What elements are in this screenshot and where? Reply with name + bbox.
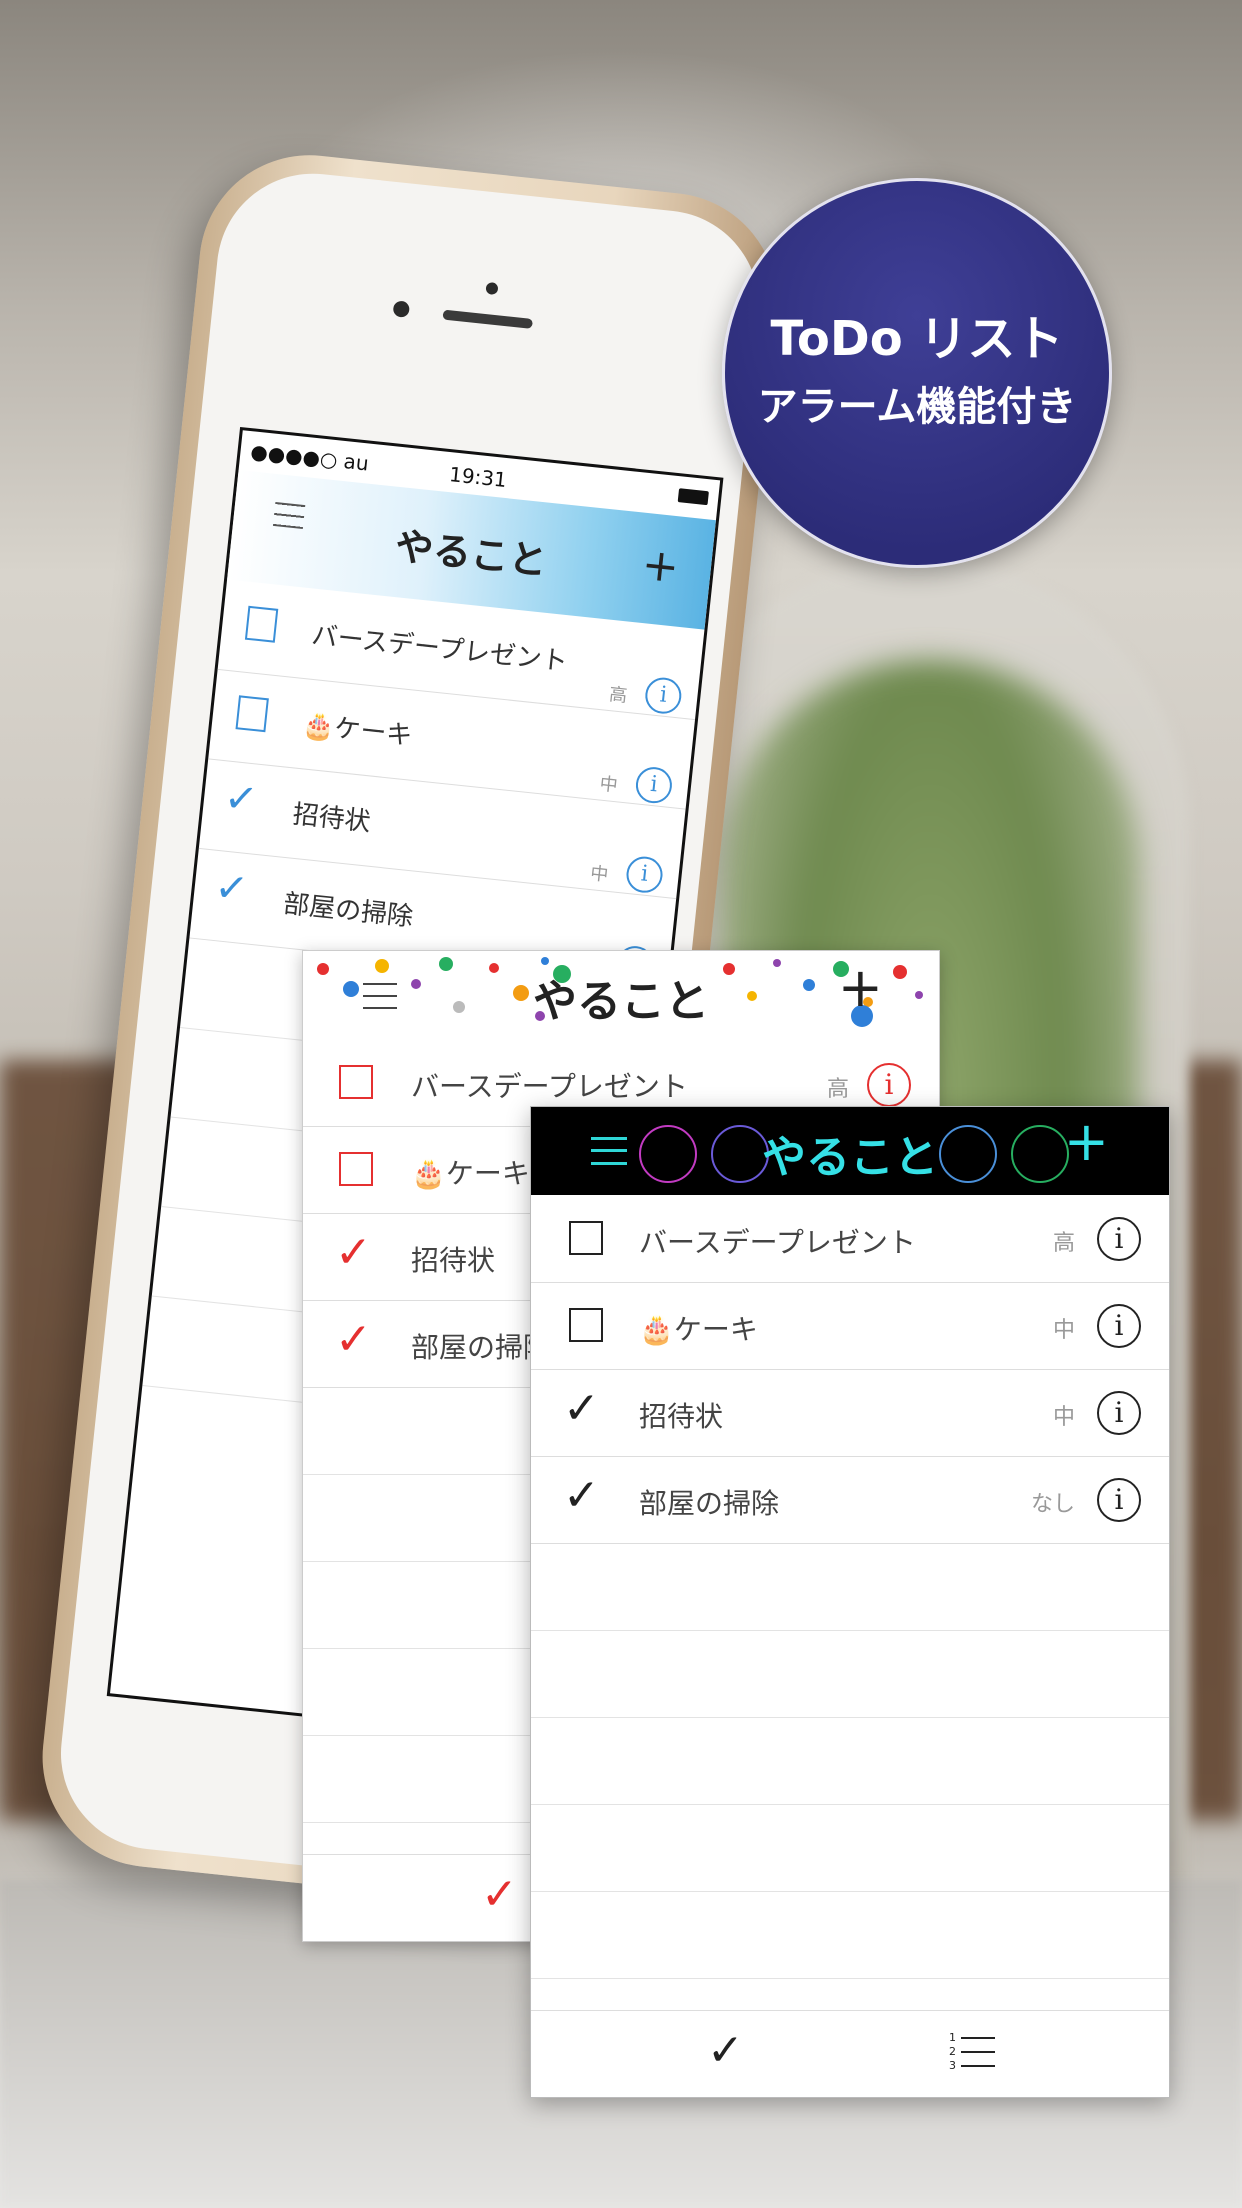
empty-row (531, 1891, 1169, 1892)
task-label: 招待状 (411, 1244, 496, 1277)
checkbox-icon[interactable] (244, 605, 279, 643)
info-icon[interactable]: i (1097, 1478, 1141, 1522)
completed-tab-checkmark-icon[interactable]: ✓ (481, 1869, 518, 1920)
badge-title: ToDo リスト (770, 311, 1064, 368)
task-priority: 高 (826, 1077, 849, 1102)
dark-header: やること + (531, 1107, 1169, 1195)
empty-row (531, 1717, 1169, 1718)
task-label: バースデープレゼント (310, 620, 569, 678)
checkmark-icon[interactable]: ✓ (563, 1470, 600, 1521)
list-item[interactable]: ✓ 部屋の掃除 なし i (531, 1456, 1169, 1544)
checkmark-icon[interactable]: ✓ (563, 1383, 600, 1434)
empty-row (531, 1804, 1169, 1805)
task-priority: なし (1030, 1492, 1075, 1517)
dark-theme-screen: やること + バースデープレゼント 高 i 🎂ケーキ 中 i ✓ 招待状 中 i… (530, 1106, 1170, 2098)
task-label: 部屋の掃除 (639, 1487, 780, 1520)
status-carrier: ●●●●○ au (249, 439, 370, 476)
task-label: 部屋の掃除 (281, 889, 415, 933)
confetti-dot (541, 957, 549, 965)
status-time: 19:31 (448, 462, 508, 493)
info-icon[interactable]: i (1097, 1304, 1141, 1348)
battery-icon (677, 488, 709, 506)
task-label: バースデープレゼント (411, 1070, 688, 1103)
numbered-list-icon[interactable]: 1 2 3 (949, 2031, 995, 2077)
checkmark-icon[interactable]: ✓ (222, 774, 260, 823)
info-icon[interactable]: i (867, 1063, 911, 1107)
completed-tab-checkmark-icon[interactable]: ✓ (707, 2025, 744, 2076)
task-priority: 中 (1052, 1405, 1075, 1430)
phone-speaker (442, 309, 533, 329)
info-icon[interactable]: i (624, 854, 665, 895)
phone-sensor (485, 281, 499, 296)
info-icon[interactable]: i (1097, 1217, 1141, 1261)
checkbox-icon[interactable] (235, 695, 269, 733)
task-priority: 中 (1052, 1318, 1075, 1343)
list-item[interactable]: 🎂ケーキ 中 i (531, 1282, 1169, 1370)
task-label: 🎂ケーキ (300, 710, 414, 752)
info-icon[interactable]: i (1097, 1391, 1141, 1435)
checkmark-icon[interactable]: ✓ (212, 864, 250, 913)
list-item[interactable]: ✓ 招待状 中 i (531, 1369, 1169, 1457)
info-icon[interactable]: i (634, 765, 674, 805)
checkmark-icon[interactable]: ✓ (335, 1227, 372, 1278)
info-icon[interactable]: i (643, 675, 684, 716)
task-label: バースデープレゼント (639, 1226, 916, 1259)
task-priority: 中 (598, 773, 619, 797)
task-label: 🎂ケーキ (411, 1157, 530, 1190)
empty-row (531, 1978, 1169, 1979)
list-item[interactable]: バースデープレゼント 高 i (531, 1195, 1169, 1283)
badge-subtitle: アラーム機能付き (757, 383, 1077, 430)
empty-row (531, 1630, 1169, 1631)
checkbox-icon[interactable] (569, 1308, 603, 1342)
add-task-button[interactable]: + (1064, 1115, 1109, 1169)
task-label: 🎂ケーキ (639, 1313, 758, 1346)
feature-badge: ToDo リスト アラーム機能付き (722, 178, 1112, 568)
task-label: 招待状 (291, 799, 373, 838)
phone-camera-icon (392, 300, 411, 318)
add-task-button[interactable]: + (838, 961, 883, 1015)
task-priority: 高 (608, 684, 629, 707)
checkbox-icon[interactable] (339, 1152, 373, 1186)
checkbox-icon[interactable] (339, 1065, 373, 1099)
task-priority: 中 (589, 863, 610, 886)
checkbox-icon[interactable] (569, 1221, 603, 1255)
task-priority: 高 (1052, 1231, 1075, 1256)
add-task-button[interactable]: + (639, 539, 681, 594)
task-label: 招待状 (639, 1400, 724, 1433)
dark-footer: ✓ 1 2 3 (531, 2010, 1169, 2097)
confetti-header: やること + (303, 951, 939, 1039)
checkmark-icon[interactable]: ✓ (335, 1314, 372, 1365)
